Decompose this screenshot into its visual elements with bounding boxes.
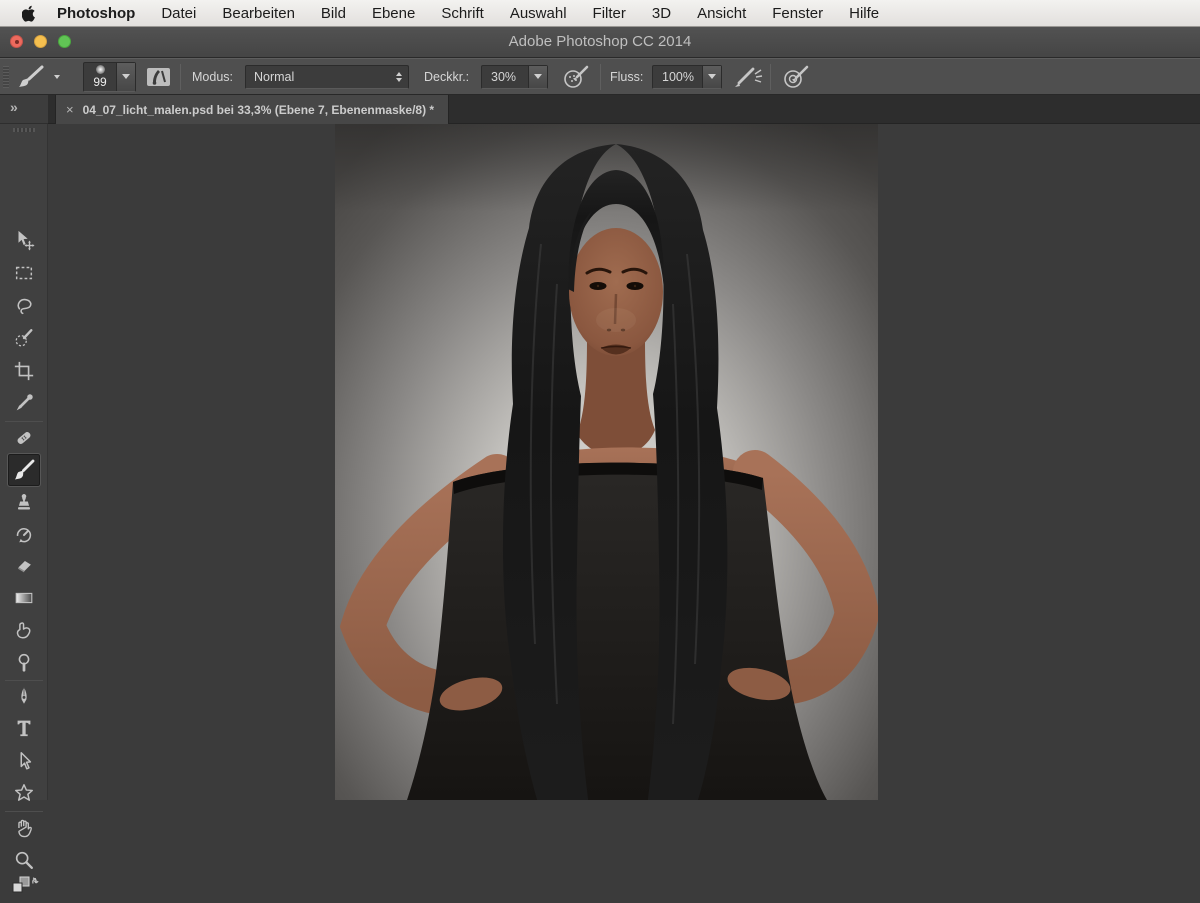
menu-hilfe[interactable]: Hilfe — [836, 0, 892, 27]
brush-panel-icon — [147, 67, 170, 86]
menu-3d[interactable]: 3D — [639, 0, 684, 27]
pressure-size-icon — [784, 65, 809, 88]
mode-value: Normal — [254, 69, 295, 84]
opacity-value: 30% — [491, 69, 517, 84]
document-tab[interactable]: × 04_07_licht_malen.psd bei 33,3% (Ebene… — [55, 95, 450, 124]
menu-schrift[interactable]: Schrift — [428, 0, 497, 27]
tool-custom-shape[interactable] — [8, 777, 40, 809]
tool-eraser[interactable] — [8, 550, 40, 582]
close-tab-icon[interactable]: × — [66, 102, 74, 117]
brush-tip-preview — [95, 64, 105, 74]
flow-widget[interactable]: 100% — [652, 59, 722, 94]
color-swatches[interactable] — [8, 873, 40, 903]
tools-panel: » — [0, 95, 48, 893]
brush-size-dropdown-button[interactable] — [116, 62, 135, 91]
collapse-panels-button[interactable]: » — [0, 95, 48, 124]
collapse-panels-icon: » — [10, 99, 18, 115]
toolbar-grip[interactable] — [13, 128, 35, 132]
opacity-label: Deckkr.: — [424, 69, 470, 84]
menu-photoshop[interactable]: Photoshop — [44, 0, 148, 27]
tool-pen[interactable] — [8, 680, 40, 712]
tool-eyedropper[interactable] — [8, 387, 40, 419]
airbrush-icon — [735, 67, 763, 87]
menu-filter[interactable]: Filter — [580, 0, 639, 27]
tool-zoom[interactable] — [8, 844, 40, 876]
updown-arrows-icon — [396, 71, 402, 82]
menu-bearbeiten[interactable]: Bearbeiten — [209, 0, 308, 27]
flow-value: 100% — [662, 69, 694, 84]
tool-hand[interactable] — [8, 812, 40, 844]
tool-dodge[interactable] — [8, 646, 40, 678]
tool-path-select[interactable] — [8, 745, 40, 777]
tool-history-brush[interactable] — [8, 519, 40, 551]
airbrush-toggle[interactable] — [733, 59, 763, 94]
tool-clone-stamp[interactable] — [8, 487, 40, 519]
opacity-widget[interactable]: 30% — [481, 59, 548, 94]
portrait-photo — [335, 124, 878, 800]
menu-datei[interactable]: Datei — [148, 0, 209, 27]
opacity-dropdown-button[interactable] — [528, 65, 547, 88]
tool-move[interactable] — [8, 224, 40, 256]
tool-smudge[interactable] — [8, 614, 40, 646]
flow-label: Fluss: — [610, 69, 644, 84]
pressure-opacity-icon — [564, 65, 589, 88]
flow-dropdown-button[interactable] — [702, 65, 721, 88]
menu-ansicht[interactable]: Ansicht — [684, 0, 759, 27]
tool-crop[interactable] — [8, 355, 40, 387]
tool-healing-brush[interactable] — [8, 422, 40, 454]
brush-size-value: 99 — [93, 74, 107, 89]
options-bar: 99 Modus: Normal Deckkr.: 30% Fluss: 100… — [0, 58, 1200, 95]
tool-marquee[interactable] — [8, 257, 40, 289]
document-tab-bar: × 04_07_licht_malen.psd bei 33,3% (Ebene… — [48, 95, 1200, 124]
pressure-size-toggle[interactable] — [782, 59, 810, 94]
options-bar-grip[interactable] — [3, 66, 9, 88]
apple-menu-icon[interactable] — [14, 5, 44, 22]
menu-fenster[interactable]: Fenster — [759, 0, 836, 27]
tool-type[interactable] — [8, 712, 40, 744]
menu-ebene[interactable]: Ebene — [359, 0, 428, 27]
window-title: Adobe Photoshop CC 2014 — [508, 33, 692, 50]
window-titlebar: Adobe Photoshop CC 2014 — [0, 27, 1200, 58]
mode-label: Modus: — [192, 69, 233, 84]
tool-lasso[interactable] — [8, 290, 40, 322]
brush-preset-icon — [19, 65, 44, 87]
tool-quick-select[interactable] — [8, 322, 40, 354]
tool-gradient[interactable] — [8, 582, 40, 614]
menu-auswahl[interactable]: Auswahl — [497, 0, 580, 27]
canvas-document[interactable] — [335, 124, 878, 800]
brush-panel-toggle[interactable] — [145, 59, 172, 94]
pressure-opacity-toggle[interactable] — [562, 59, 590, 94]
document-tab-title: 04_07_licht_malen.psd bei 33,3% (Ebene 7… — [82, 102, 435, 117]
tool-brush[interactable] — [7, 453, 41, 487]
mode-select[interactable]: Normal — [245, 59, 409, 94]
menu-bild[interactable]: Bild — [308, 0, 359, 27]
brush-size-widget[interactable]: 99 — [83, 59, 136, 94]
macos-menubar: Photoshop Datei Bearbeiten Bild Ebene Sc… — [0, 0, 1200, 27]
tool-preset-picker[interactable] — [16, 59, 60, 94]
chevron-down-icon — [54, 74, 60, 79]
